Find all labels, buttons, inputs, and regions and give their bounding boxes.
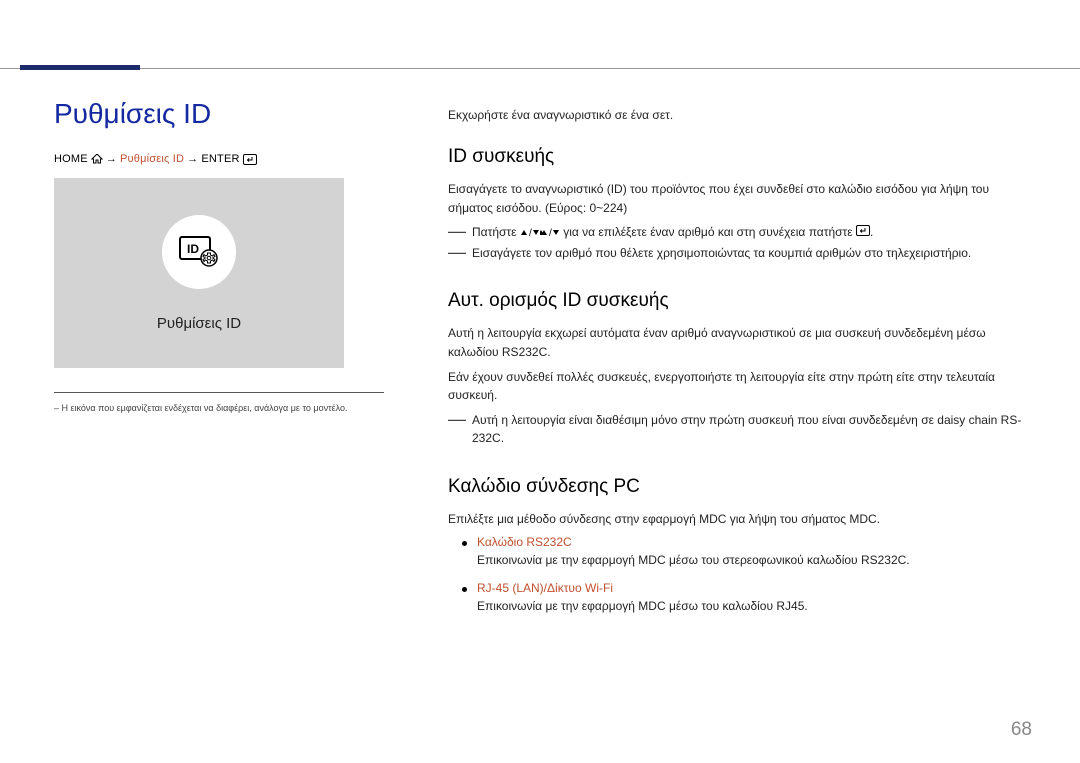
screenshot-label: Ρυθμίσεις ID <box>157 315 241 332</box>
breadcrumb: HOME → Ρυθμίσεις ID → ENTER <box>54 153 257 165</box>
device-id-note-2: ― Εισαγάγετε τον αριθμό που θέλετε χρησι… <box>448 244 1034 263</box>
enter-icon-inline <box>856 225 870 236</box>
breadcrumb-mid: Ρυθμίσεις ID <box>120 153 184 165</box>
bullet-title-rs232c: Καλώδιο RS232C <box>477 535 572 549</box>
device-screenshot: ID Ρυθμίσεις ID <box>54 178 344 368</box>
breadcrumb-enter: ENTER <box>201 153 239 165</box>
image-disclaimer: – Η εικόνα που εμφανίζεται ενδέχεται να … <box>54 392 384 413</box>
bullet-desc-rs232c: Επικοινωνία με την εφαρμογή MDC μέσω του… <box>477 553 1034 567</box>
bullet-rs232c: Καλώδιο RS232C <box>462 535 1034 549</box>
svg-text:/: / <box>549 228 552 238</box>
id-settings-icon: ID <box>162 215 236 289</box>
auto-id-note: ― Αυτή η λειτουργία είναι διαθέσιμη μόνο… <box>448 411 1034 448</box>
enter-icon <box>243 154 257 165</box>
page-title: Ρυθμίσεις ID <box>54 98 211 130</box>
svg-text:/: / <box>529 228 532 238</box>
up-down-icon: / <box>520 228 540 238</box>
bullet-title-rj45: RJ-45 (LAN)/Δίκτυο Wi-Fi <box>477 581 613 595</box>
bullet-rj45: RJ-45 (LAN)/Δίκτυο Wi-Fi <box>462 581 1034 595</box>
section-title-pc-cable: Καλώδιο σύνδεσης PC <box>448 476 1034 498</box>
section-title-auto-id: Αυτ. ορισμός ID συσκευής <box>448 290 1034 312</box>
device-id-note-1: ― Πατήστε // για να επιλέξετε έναν αριθμ… <box>448 223 1034 242</box>
intro-text: Εκχωρήστε ένα αναγνωριστικό σε ένα σετ. <box>448 108 1034 122</box>
pc-cable-body: Επιλέξτε μια μέθοδο σύνδεσης στην εφαρμο… <box>448 510 1034 529</box>
page-number: 68 <box>1011 719 1032 741</box>
device-id-body: Εισαγάγετε το αναγνωριστικό (ID) του προ… <box>448 180 1034 217</box>
section-device-id: ID συσκευής Εισαγάγετε το αναγνωριστικό … <box>448 146 1034 262</box>
home-icon <box>91 154 103 164</box>
auto-id-body-2: Εάν έχουν συνδεθεί πολλές συσκευές, ενερ… <box>448 368 1034 405</box>
breadcrumb-home: HOME <box>54 153 88 165</box>
svg-text:ID: ID <box>187 242 199 256</box>
section-title-device-id: ID συσκευής <box>448 146 1034 168</box>
bullet-desc-rj45: Επικοινωνία με την εφαρμογή MDC μέσω του… <box>477 599 1034 613</box>
section-auto-id: Αυτ. ορισμός ID συσκευής Αυτή η λειτουργ… <box>448 290 1034 448</box>
section-pc-cable: Καλώδιο σύνδεσης PC Επιλέξτε μια μέθοδο … <box>448 476 1034 613</box>
auto-id-body-1: Αυτή η λειτουργία εκχωρεί αυτόματα έναν … <box>448 324 1034 361</box>
